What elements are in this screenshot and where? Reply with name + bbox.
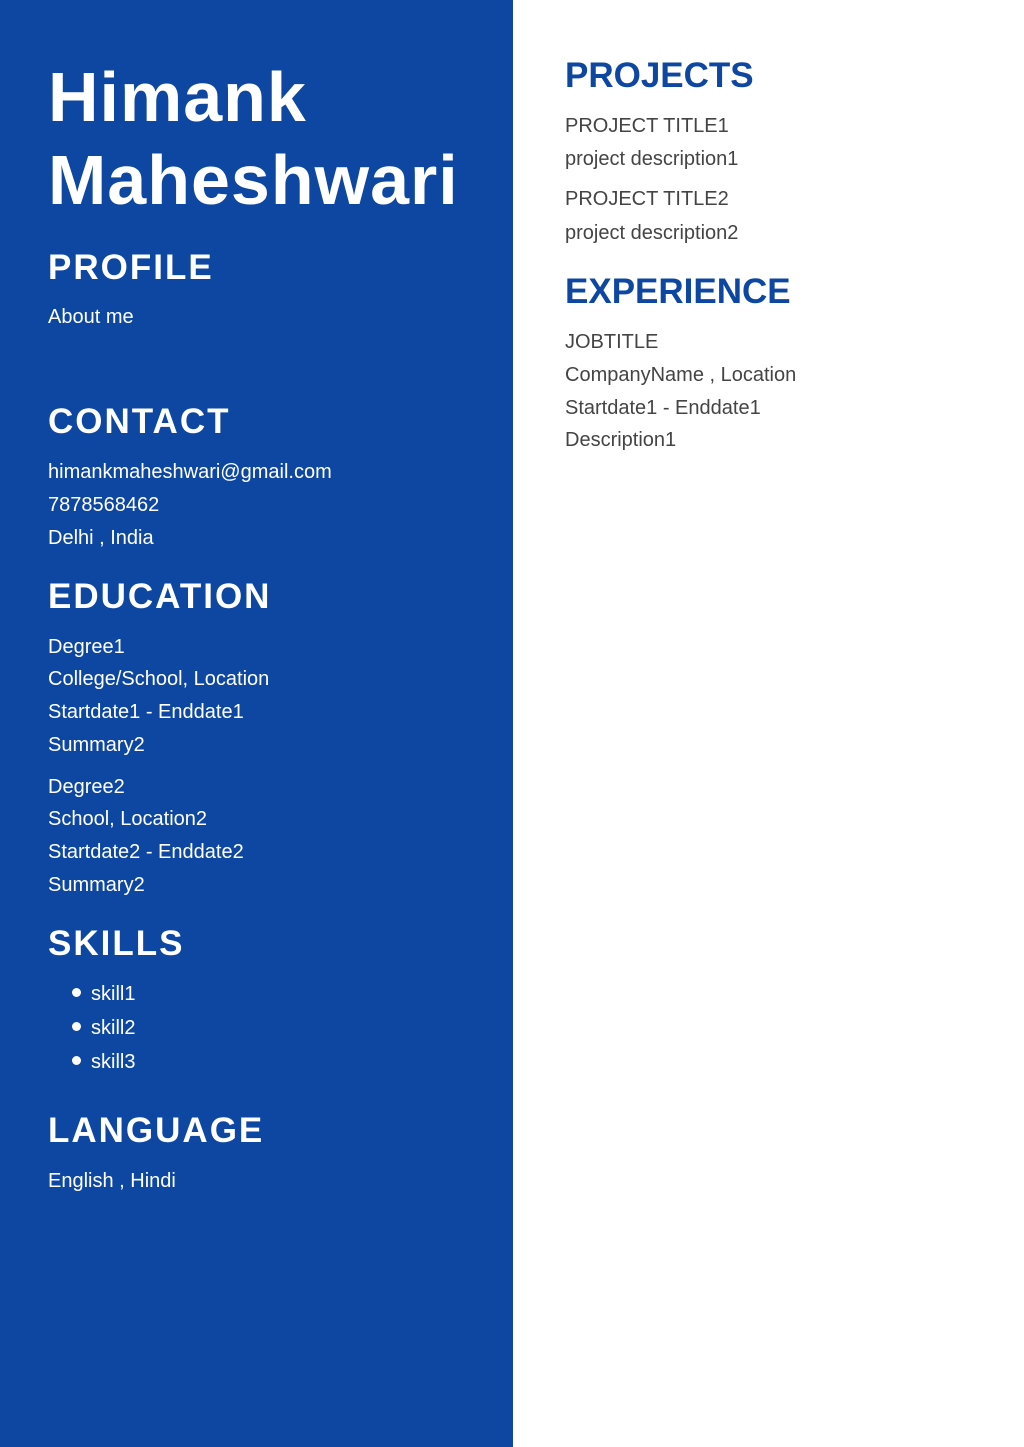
- experience-dates: Startdate1 - Enddate1: [565, 397, 761, 419]
- education-summary: Summary2: [48, 874, 145, 896]
- skill-label: skill2: [91, 1017, 136, 1039]
- project-description: project description2: [565, 222, 739, 244]
- name-first: Himank: [48, 58, 307, 136]
- experience-heading: EXPERIENCE: [565, 272, 791, 311]
- sidebar: Himank Maheshwari PROFILE About me CONTA…: [0, 0, 513, 1447]
- experience-description: Description1: [565, 429, 677, 451]
- project-title: PROJECT TITLE2: [565, 188, 729, 210]
- education-degree: Degree2: [48, 776, 125, 798]
- education-heading: EDUCATION: [48, 577, 272, 616]
- education-school: College/School, Location: [48, 668, 270, 690]
- education-dates: Startdate2 - Enddate2: [48, 841, 244, 863]
- education-school: School, Location2: [48, 808, 208, 830]
- language-heading: LANGUAGE: [48, 1111, 265, 1150]
- language-text: English , Hindi: [48, 1170, 176, 1192]
- skill-item: skill2: [72, 1016, 135, 1040]
- skills-heading: SKILLS: [48, 924, 185, 963]
- bullet-icon: [72, 1056, 81, 1066]
- education-degree: Degree1: [48, 636, 125, 658]
- bullet-icon: [72, 1022, 81, 1032]
- experience-company: CompanyName , Location: [565, 364, 797, 386]
- projects-heading: PROJECTS: [565, 56, 754, 95]
- skill-item: skill3: [72, 1050, 135, 1074]
- education-dates: Startdate1 - Enddate1: [48, 701, 244, 723]
- education-summary: Summary2: [48, 734, 145, 756]
- name-last: Maheshwari: [48, 141, 459, 219]
- profile-heading: PROFILE: [48, 248, 214, 287]
- contact-location: Delhi , India: [48, 527, 154, 549]
- contact-heading: CONTACT: [48, 402, 231, 441]
- experience-job-title: JOBTITLE: [565, 331, 659, 353]
- skill-label: skill3: [91, 1051, 136, 1073]
- project-description: project description1: [565, 148, 739, 170]
- main-content: PROJECTS PROJECT TITLE1 project descript…: [513, 0, 1024, 1447]
- skill-item: skill1: [72, 982, 135, 1006]
- skill-label: skill1: [91, 983, 136, 1005]
- profile-about: About me: [48, 306, 134, 328]
- contact-email: himankmaheshwari@gmail.com: [48, 461, 332, 483]
- bullet-icon: [72, 988, 81, 998]
- contact-phone: 7878568462: [48, 494, 160, 516]
- project-title: PROJECT TITLE1: [565, 115, 729, 137]
